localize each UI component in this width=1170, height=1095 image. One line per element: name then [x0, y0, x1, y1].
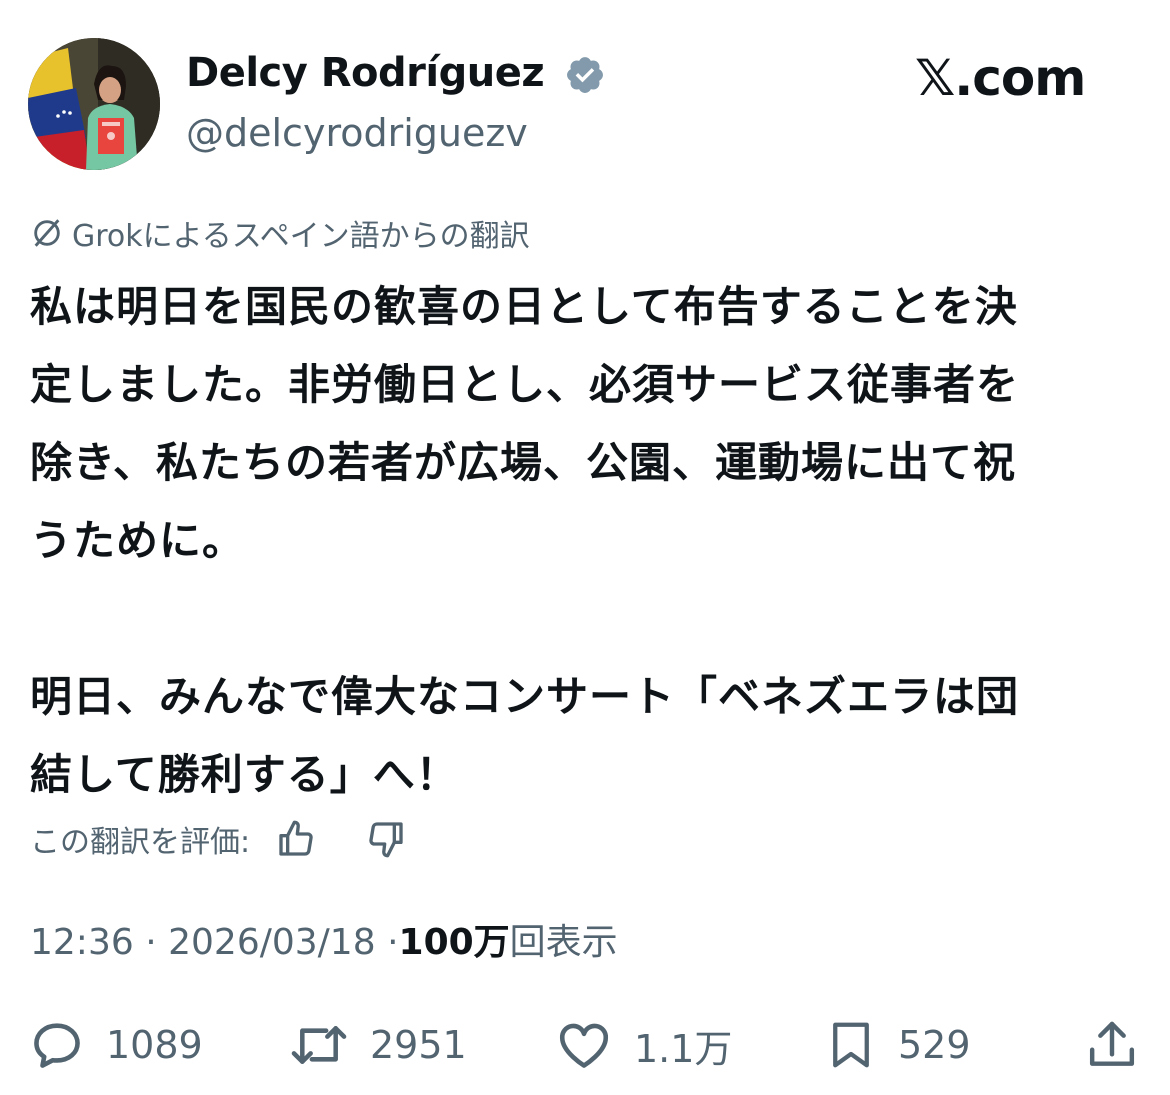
avatar-image: [28, 38, 160, 170]
tweet-line: 私は明日を国民の歓喜の日として布告することを決: [30, 282, 1018, 331]
retweet-count: 2951: [370, 1023, 467, 1067]
tweet-text: 私は明日を国民の歓喜の日として布告することを決 定しました。非労働日とし、必須サ…: [30, 268, 1150, 814]
tweet-line: 定しました。非労働日とし、必須サービス従事者を: [30, 360, 1020, 409]
tweet-line: 結して勝利する」へ！: [30, 750, 459, 799]
like-button[interactable]: 1.1万: [554, 1010, 732, 1080]
like-count: 1.1万: [634, 1026, 733, 1071]
action-bar: 1089 2951 1.1万 529: [0, 1010, 1170, 1080]
meta-separator: ·: [387, 922, 399, 963]
tweet-date[interactable]: 2026/03/18: [168, 922, 376, 963]
retweet-icon: [288, 1016, 350, 1074]
retweet-button[interactable]: 2951: [288, 1010, 467, 1080]
author-name[interactable]: Delcy Rodríguez: [186, 48, 545, 98]
thumbs-up-icon[interactable]: [272, 815, 320, 863]
views-label: 回表示: [509, 922, 618, 963]
tweet-time[interactable]: 12:36: [30, 922, 134, 963]
tweet-line: 明日、みんなで偉大なコンサート「ベネズエラは団: [30, 672, 1020, 721]
x-logo: 𝕏.com: [915, 49, 1086, 107]
translation-rating: この翻訳を評価:: [30, 814, 410, 864]
share-button[interactable]: [1084, 1010, 1140, 1080]
thumbs-down-icon[interactable]: [362, 815, 410, 863]
author-handle[interactable]: @delcyrodriguezv: [186, 108, 528, 158]
tweet-meta: 12:36 · 2026/03/18 ·100万回表示: [30, 918, 618, 968]
reply-icon: [28, 1016, 86, 1074]
meta-separator: ·: [145, 922, 157, 963]
views-count: 100万: [398, 922, 510, 963]
reply-button[interactable]: 1089: [28, 1010, 203, 1080]
grok-icon: [30, 216, 64, 250]
bookmark-count: 529: [898, 1023, 971, 1067]
rating-label: この翻訳を評価:: [30, 825, 251, 860]
verified-badge-icon: [564, 54, 606, 96]
heart-icon: [554, 1016, 614, 1074]
reply-count: 1089: [106, 1023, 203, 1067]
translation-label: Grokによるスペイン語からの翻訳: [72, 219, 530, 254]
translation-note[interactable]: Grokによるスペイン語からの翻訳: [30, 212, 530, 254]
tweet-line: 除き、私たちの若者が広場、公園、運動場に出て祝: [30, 438, 1017, 487]
bookmark-icon: [824, 1016, 878, 1074]
avatar[interactable]: [28, 38, 160, 170]
bookmark-button[interactable]: 529: [824, 1010, 971, 1080]
share-icon: [1084, 1016, 1140, 1074]
tweet-line: うために。: [30, 516, 246, 565]
